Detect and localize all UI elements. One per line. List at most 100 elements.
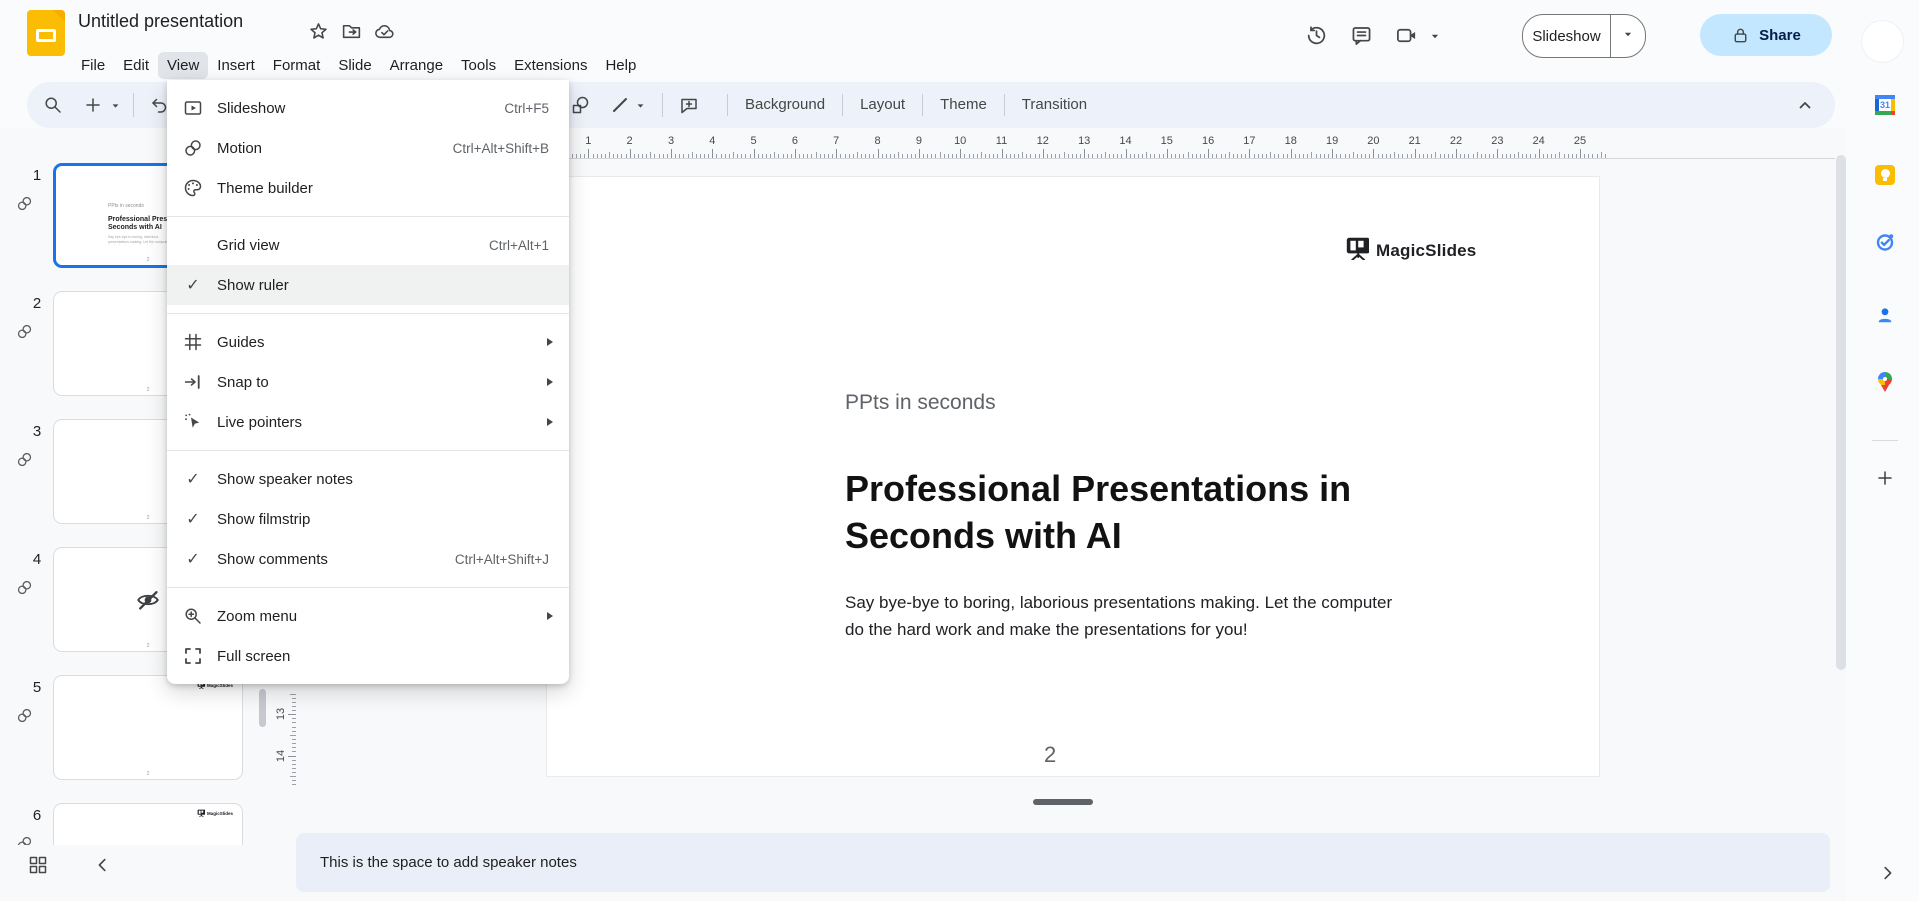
add-comment-icon[interactable] [679,95,699,115]
ruler-tick [292,763,296,765]
open-side-panel-button[interactable] [1878,864,1896,882]
menubar-item-extensions[interactable]: Extensions [505,52,596,79]
menu-item-slideshow[interactable]: Slideshow Ctrl+F5 [167,88,569,128]
slide-page-number[interactable]: 2 [1044,742,1056,768]
menu-item-live-pointers[interactable]: Live pointers [167,402,569,442]
slide-thumbnail-5[interactable]: MagicSlides 2 [53,675,243,780]
menubar-item-file[interactable]: File [72,52,114,79]
collapse-toolbar-icon[interactable] [1795,95,1815,115]
filmstrip-slide-5: 5 MagicSlides 2 [0,675,250,780]
slide-thumbnail-6[interactable]: MagicSlides [53,803,243,845]
menubar-item-arrange[interactable]: Arrange [381,52,452,79]
ruler-tick [290,693,296,695]
speaker-notes-input[interactable]: This is the space to add speaker notes [296,833,1830,892]
grid-view-button[interactable] [28,855,48,875]
tasks-icon[interactable] [1875,232,1895,252]
ruler-tick [840,154,842,158]
version-history-icon[interactable] [1305,24,1328,47]
menu-item-shortcut: Ctrl+Alt+1 [488,237,549,253]
ruler-tick [902,154,904,158]
plus-icon[interactable] [83,95,103,115]
menu-item-zoom-menu[interactable]: Zoom menu [167,596,569,636]
comments-icon[interactable] [1350,24,1373,47]
maps-icon[interactable] [1875,372,1895,392]
toolbar-divider [133,93,134,117]
menubar-item-insert[interactable]: Insert [208,52,264,79]
horizontal-ruler: 1 2 3 4 5 6 7 8 9 10 11 12 13 14 15 16 17 18 19 20 21 22 23 24 2… [446,133,1835,159]
menu-item-show-filmstrip[interactable]: ✓ Show filmstrip [167,499,569,539]
line-icon[interactable] [610,95,630,115]
move-folder-icon[interactable] [341,21,362,42]
slide-body-text[interactable]: Say bye-bye to boring, laborious present… [845,589,1465,643]
menu-item-grid-view[interactable]: Grid view Ctrl+Alt+1 [167,225,569,265]
slideshow-options-caret[interactable] [1610,15,1645,57]
menu-item-theme-builder[interactable]: Theme builder [167,168,569,208]
ruler-tick [914,154,916,158]
ruler-number: 4 [709,135,716,147]
caret-down-icon[interactable] [1428,29,1442,43]
ruler-tick [1476,151,1478,158]
notes-resize-handle[interactable] [1033,799,1093,805]
menu-item-full-screen[interactable]: Full screen [167,636,569,676]
menubar-item-format[interactable]: Format [264,52,330,79]
ruler-tick [1538,149,1540,158]
collapse-filmstrip-button[interactable] [94,856,112,874]
contacts-icon[interactable] [1875,305,1895,325]
transition-icon [16,835,33,845]
ruler-tick [292,701,296,703]
layout-button[interactable]: Layout [843,82,922,128]
ruler-tick [972,154,974,158]
document-title[interactable]: Untitled presentation [78,11,243,32]
shape-icon[interactable] [571,95,591,115]
theme-button[interactable]: Theme [923,82,1004,128]
canvas-scrollbar[interactable] [1836,155,1846,670]
search-icon[interactable] [43,95,63,115]
menu-item-show-speaker-notes[interactable]: ✓ Show speaker notes [167,459,569,499]
slides-app-icon[interactable] [27,10,65,56]
ruler-tick [1497,149,1499,158]
undo-icon[interactable] [149,95,169,115]
chevron-right-icon [1878,864,1896,882]
keep-icon[interactable] [1875,165,1895,185]
menubar-item-help[interactable]: Help [596,52,645,79]
caret-down-icon[interactable] [109,99,122,112]
ruler-number: 25 [1573,135,1587,147]
ruler-tick [1199,154,1201,158]
menu-item-show-ruler[interactable]: ✓ Show ruler [167,265,569,305]
slide-canvas[interactable]: MagicSlides PPts in seconds Professional… [547,177,1599,776]
contacts-icon [1875,305,1895,325]
menu-item-snap-to[interactable]: Snap to [167,362,569,402]
menubar-item-tools[interactable]: Tools [452,52,505,79]
meet-camera-icon[interactable] [1395,24,1418,47]
ruler-tick [1266,154,1267,158]
account-avatar[interactable] [1862,21,1903,62]
menubar-item-edit[interactable]: Edit [114,52,158,79]
vertical-ruler: 13 14 [272,688,298,788]
ruler-number: 14 [275,749,288,762]
menu-separator [167,216,569,217]
toolbar-divider [662,93,663,117]
menubar-item-slide[interactable]: Slide [329,52,380,79]
transition-button[interactable]: Transition [1005,82,1104,128]
menubar-item-view[interactable]: View [158,52,209,79]
ruler-number: 10 [954,135,967,147]
share-button[interactable]: Share [1700,14,1832,56]
calendar-icon[interactable]: 31 [1875,95,1895,115]
submenu-arrow-icon [547,612,553,620]
menu-item-motion[interactable]: Motion Ctrl+Alt+Shift+B [167,128,569,168]
background-button[interactable]: Background [728,82,842,128]
ruler-tick [749,154,751,158]
caret-down-icon[interactable] [634,99,647,112]
cloud-status-icon[interactable] [374,21,395,42]
ruler-tick [1356,154,1358,158]
slideshow-button[interactable]: Slideshow [1522,14,1646,58]
slide-kicker-text[interactable]: PPts in seconds [845,391,996,415]
star-icon[interactable] [308,21,329,42]
menu-item-show-comments[interactable]: ✓ Show comments Ctrl+Alt+Shift+J [167,539,569,579]
filmstrip-scrollbar[interactable] [259,689,266,727]
magicslides-logo-icon [197,809,205,817]
ruler-tick [931,154,933,158]
menu-item-guides[interactable]: Guides [167,322,569,362]
slide-heading-text[interactable]: Professional Presentations in Seconds wi… [845,465,1485,559]
plus-icon[interactable] [1875,468,1895,488]
